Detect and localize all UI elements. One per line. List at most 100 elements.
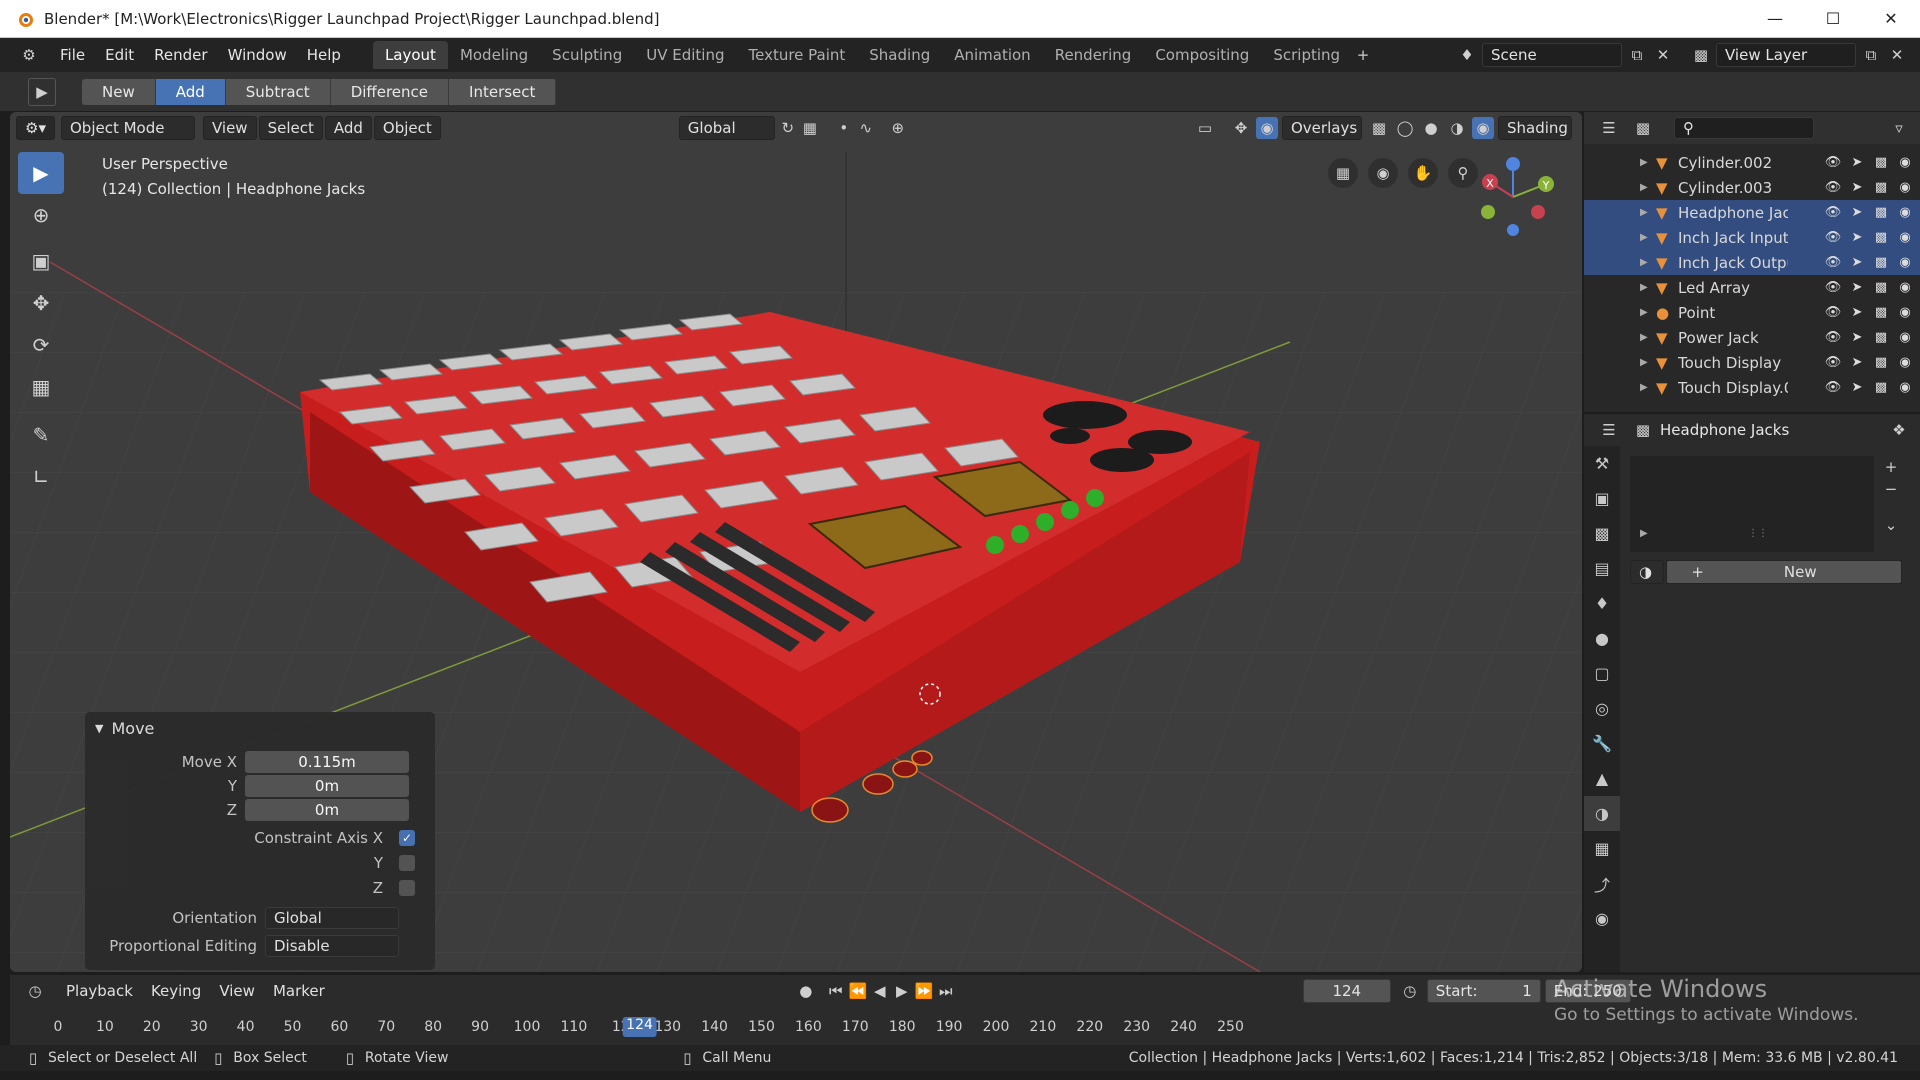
render-camera-icon[interactable]: ◉ bbox=[1896, 355, 1914, 370]
viewport-menu-select[interactable]: Select bbox=[258, 116, 323, 140]
visibility-eye-icon[interactable]: 👁 bbox=[1824, 230, 1842, 245]
viewport-monitor-icon[interactable]: ▩ bbox=[1872, 155, 1890, 170]
visibility-eye-icon[interactable]: 👁 bbox=[1824, 355, 1842, 370]
wireframe-shading-icon[interactable]: ◯ bbox=[1394, 117, 1416, 139]
material-shading-icon[interactable]: ◑ bbox=[1446, 117, 1468, 139]
render-camera-icon[interactable]: ◉ bbox=[1896, 155, 1914, 170]
tab-sculpting[interactable]: Sculpting bbox=[540, 41, 634, 69]
visibility-eye-icon[interactable]: 👁 bbox=[1824, 205, 1842, 220]
selectable-arrow-icon[interactable]: ➤ bbox=[1848, 305, 1866, 320]
remove-slot-icon[interactable]: − bbox=[1880, 478, 1902, 500]
constraint-x-checkbox[interactable]: ✓ bbox=[399, 830, 415, 846]
outliner-item[interactable]: ▶ ▼ Touch Display 👁 ➤ ▩ ◉ bbox=[1584, 350, 1920, 375]
proportional-edit-icon[interactable]: ∿ bbox=[855, 117, 877, 139]
render-camera-icon[interactable]: ◉ bbox=[1896, 305, 1914, 320]
bool-intersect-button[interactable]: Intersect bbox=[449, 78, 557, 105]
timeline-editor-icon[interactable]: ◷ bbox=[24, 980, 46, 1002]
annotate-tool-icon[interactable]: ✎ bbox=[18, 414, 64, 456]
overlays-toggle-icon[interactable]: ◉ bbox=[1256, 117, 1278, 139]
jump-end-icon[interactable]: ⏭ bbox=[935, 980, 957, 1002]
cursor-tool-icon[interactable]: ⊕ bbox=[18, 194, 64, 236]
selectable-arrow-icon[interactable]: ➤ bbox=[1848, 255, 1866, 270]
physics-tab-icon[interactable]: ◎ bbox=[1584, 691, 1620, 726]
render-camera-icon[interactable]: ◉ bbox=[1896, 255, 1914, 270]
expand-triangle-icon[interactable]: ▶ bbox=[1640, 528, 1648, 539]
add-slot-icon[interactable]: + bbox=[1880, 456, 1902, 478]
gizmo-icon[interactable]: ✥ bbox=[1230, 117, 1252, 139]
selectable-arrow-icon[interactable]: ➤ bbox=[1848, 355, 1866, 370]
rendered-shading-icon[interactable]: ◉ bbox=[1472, 117, 1494, 139]
new-material-button[interactable]: + New bbox=[1666, 560, 1902, 584]
editor-type-icon[interactable]: ⚙▾ bbox=[16, 116, 55, 140]
tab-scripting[interactable]: Scripting bbox=[1261, 41, 1352, 69]
timeline-menu-playback[interactable]: Playback bbox=[58, 979, 141, 1003]
expand-arrow-icon[interactable]: ▶ bbox=[1640, 157, 1656, 168]
orientation-dropdown[interactable]: Global bbox=[265, 907, 399, 929]
viewport-monitor-icon[interactable]: ▩ bbox=[1872, 305, 1890, 320]
menu-file[interactable]: File bbox=[50, 38, 95, 72]
tab-modeling[interactable]: Modeling bbox=[448, 41, 540, 69]
menu-render[interactable]: Render bbox=[144, 38, 217, 72]
pan-hand-icon[interactable]: ✋ bbox=[1408, 158, 1438, 188]
rotate-tool-icon[interactable]: ⟳ bbox=[18, 324, 64, 366]
viewport-monitor-icon[interactable]: ▩ bbox=[1872, 255, 1890, 270]
constraint-z-checkbox[interactable] bbox=[399, 880, 415, 896]
viewport-monitor-icon[interactable]: ▩ bbox=[1872, 180, 1890, 195]
expand-arrow-icon[interactable]: ▶ bbox=[1640, 232, 1656, 243]
scene-tab-icon[interactable]: ♦ bbox=[1584, 586, 1620, 621]
selectable-arrow-icon[interactable]: ➤ bbox=[1848, 180, 1866, 195]
view-layer-field[interactable]: View Layer bbox=[1716, 43, 1856, 67]
material-slot-list[interactable]: ▶ ⋮⋮ bbox=[1630, 456, 1874, 552]
playhead-label[interactable]: 124 bbox=[622, 1017, 657, 1037]
scene-copy-icon[interactable]: ⧉ bbox=[1626, 44, 1648, 66]
bool-new-button[interactable]: New bbox=[82, 78, 156, 105]
render-camera-icon[interactable]: ◉ bbox=[1896, 280, 1914, 295]
object-tab-icon[interactable]: ▢ bbox=[1584, 656, 1620, 691]
visibility-icon[interactable]: ▭ bbox=[1194, 117, 1216, 139]
constraints-tab-icon[interactable]: ⤴ bbox=[1584, 866, 1620, 901]
view-layer-copy-icon[interactable]: ⧉ bbox=[1860, 44, 1882, 66]
visibility-eye-icon[interactable]: 👁 bbox=[1824, 330, 1842, 345]
scene-field[interactable]: Scene bbox=[1482, 43, 1622, 67]
minimize-icon[interactable]: — bbox=[1746, 0, 1804, 37]
render-camera-icon[interactable]: ◉ bbox=[1896, 205, 1914, 220]
select-box-tool-icon[interactable]: ▶ bbox=[18, 152, 64, 194]
visibility-eye-icon[interactable]: 👁 bbox=[1824, 255, 1842, 270]
data-tab-icon[interactable]: ▲ bbox=[1584, 761, 1620, 796]
viewport-menu-add[interactable]: Add bbox=[324, 116, 372, 140]
expand-arrow-icon[interactable]: ▶ bbox=[1640, 332, 1656, 343]
expand-arrow-icon[interactable]: ▶ bbox=[1640, 282, 1656, 293]
orientation-dropdown[interactable]: Global bbox=[678, 116, 775, 140]
particles-tab-icon[interactable]: ◉ bbox=[1584, 901, 1620, 936]
transform-tool-icon[interactable]: ▣ bbox=[18, 240, 64, 282]
bool-difference-button[interactable]: Difference bbox=[330, 78, 450, 105]
selectable-arrow-icon[interactable]: ➤ bbox=[1848, 205, 1866, 220]
tab-compositing[interactable]: Compositing bbox=[1143, 41, 1261, 69]
timeline-menu-marker[interactable]: Marker bbox=[265, 979, 333, 1003]
3d-viewport[interactable]: ⚙▾ Object Mode View Select Add Object Gl… bbox=[10, 112, 1582, 972]
render-camera-icon[interactable]: ◉ bbox=[1896, 380, 1914, 395]
viewport-menu-object[interactable]: Object bbox=[373, 116, 441, 140]
render-camera-icon[interactable]: ◉ bbox=[1896, 180, 1914, 195]
tab-animation[interactable]: Animation bbox=[942, 41, 1042, 69]
snap-target-icon[interactable]: • bbox=[833, 117, 855, 139]
view-layer-tab-icon[interactable]: ▤ bbox=[1584, 551, 1620, 586]
jump-start-icon[interactable]: ⏮ bbox=[825, 980, 847, 1002]
properties-editor-icon[interactable]: ☰ bbox=[1598, 419, 1620, 441]
viewport-monitor-icon[interactable]: ▩ bbox=[1872, 380, 1890, 395]
world-tab-icon[interactable]: ● bbox=[1584, 621, 1620, 656]
expand-arrow-icon[interactable]: ▶ bbox=[1640, 382, 1656, 393]
view-layer-remove-icon[interactable]: ✕ bbox=[1886, 44, 1908, 66]
play-icon[interactable]: ▶ bbox=[891, 980, 913, 1002]
slot-menu-icon[interactable]: ⌄ bbox=[1880, 514, 1902, 536]
render-camera-icon[interactable]: ◉ bbox=[1896, 230, 1914, 245]
pivot-icon[interactable]: ↻ bbox=[777, 117, 799, 139]
selectable-arrow-icon[interactable]: ➤ bbox=[1848, 230, 1866, 245]
bool-subtract-button[interactable]: Subtract bbox=[225, 78, 331, 105]
scene-icon[interactable]: ♦ bbox=[1456, 44, 1478, 66]
solid-shading-icon[interactable]: ● bbox=[1420, 117, 1442, 139]
visibility-eye-icon[interactable]: 👁 bbox=[1824, 180, 1842, 195]
resize-handle-icon[interactable]: ⋮⋮ bbox=[1748, 528, 1768, 539]
timeline-menu-keying[interactable]: Keying bbox=[143, 979, 209, 1003]
blender-menu-icon[interactable]: ⚙ bbox=[18, 44, 40, 66]
